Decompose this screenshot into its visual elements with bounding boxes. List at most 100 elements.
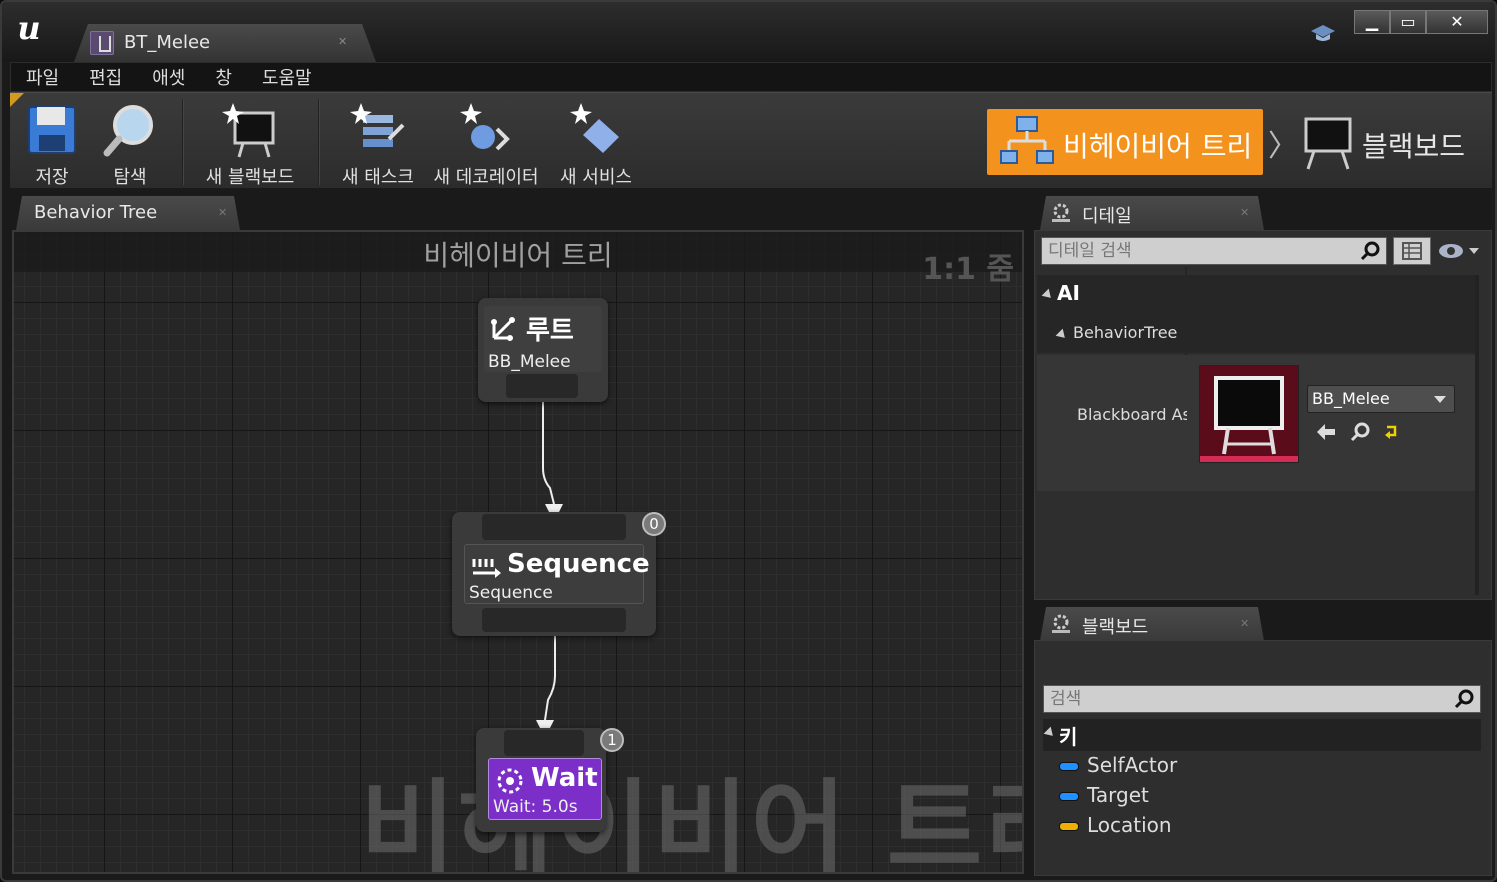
new-service-label: 새 서비스: [560, 167, 632, 188]
category-ai-label: AI: [1057, 281, 1080, 305]
close-tab-icon[interactable]: ✕: [218, 206, 227, 219]
behavior-tree-graph[interactable]: 비헤이비어 트리 1:1 줌 비헤이비어 트리 루트 BB_Melee Sequ…: [12, 230, 1024, 874]
dropdown-arrow-icon: [1434, 396, 1446, 403]
tree-hierarchy-icon: [1000, 116, 1054, 164]
wait-node-title: Wait: [531, 763, 598, 793]
magnifier-icon: [103, 105, 153, 157]
sequence-input-pin[interactable]: [482, 514, 626, 540]
category-behavior-tree[interactable]: BehaviorTree: [1037, 315, 1477, 353]
sequence-icon: [472, 559, 501, 578]
blackboard-thumbnail-icon: [1214, 376, 1284, 455]
toolbar: 저장 탐색 새 블랙보드 새 태스크 새 데코레이터 새 서비스 비헤이비어 트…: [10, 92, 1492, 188]
blackboard-tab[interactable]: 블랙보드 ✕: [1040, 607, 1264, 641]
chevron-right-icon: 〉: [1268, 129, 1298, 164]
close-tab-icon[interactable]: ✕: [1240, 617, 1249, 630]
new-task-icon: [350, 103, 405, 147]
category-behavior-tree-label: BehaviorTree: [1073, 323, 1178, 342]
blackboard-search-input[interactable]: [1050, 687, 1450, 711]
unreal-logo-icon[interactable]: u: [10, 8, 48, 48]
new-decorator-button[interactable]: 새 데코레이터: [432, 99, 540, 188]
root-node-title: 루트: [526, 316, 574, 346]
menu-bar: 파일 편집 애셋 창 도움말: [10, 62, 1492, 92]
root-branch-icon: [491, 317, 515, 341]
root-node-body: 루트 BB_Melee: [484, 306, 602, 372]
root-node-subtitle: BB_Melee: [488, 352, 571, 372]
blackboard-asset-thumbnail[interactable]: [1199, 365, 1299, 463]
blackboard-gear-icon: [1050, 613, 1072, 635]
new-blackboard-button[interactable]: 새 블랙보드: [202, 99, 298, 188]
menu-edit[interactable]: 편집: [74, 64, 137, 90]
new-decorator-icon: [460, 103, 510, 151]
menu-asset[interactable]: 애셋: [137, 64, 200, 90]
wait-node[interactable]: Wait Wait: 5.0s 1: [476, 728, 624, 832]
new-blackboard-label: 새 블랙보드: [205, 167, 295, 188]
title-bar[interactable]: u BT_Melee ✕ ▁ ▭ ✕: [2, 2, 1495, 62]
details-scrollbar[interactable]: [1475, 275, 1479, 595]
sequence-node-body: Sequence Sequence: [464, 544, 650, 604]
key-name: Location: [1087, 813, 1172, 837]
expand-arrow-icon: [1041, 288, 1055, 302]
execution-order-badge: 1: [600, 728, 624, 752]
menu-file[interactable]: 파일: [11, 64, 74, 90]
sequence-node-title: Sequence: [507, 549, 650, 579]
vector-key-icon: [1059, 822, 1079, 831]
toolbar-separator: [182, 99, 184, 185]
root-output-pin[interactable]: [506, 374, 578, 398]
graduation-cap-icon[interactable]: [1310, 24, 1336, 44]
wait-input-pin[interactable]: [504, 730, 584, 756]
new-blackboard-icon: [222, 103, 275, 158]
blackboard-search-box[interactable]: [1043, 685, 1481, 713]
reset-to-default-icon[interactable]: [1381, 421, 1403, 443]
key-name: Target: [1087, 783, 1149, 807]
sequence-output-pin[interactable]: [482, 608, 626, 632]
save-label: 저장: [35, 167, 69, 188]
key-name: SelfActor: [1087, 753, 1178, 777]
asset-type-color-bar: [1200, 456, 1298, 462]
keys-category-label: 키: [1059, 725, 1078, 749]
close-tab-icon[interactable]: ✕: [1240, 206, 1249, 219]
window-controls: ▁ ▭ ✕: [1354, 10, 1488, 34]
sequence-node[interactable]: Sequence Sequence 0: [452, 512, 666, 636]
category-ai[interactable]: AI: [1037, 275, 1477, 315]
blackboard-mode-button[interactable]: 블랙보드: [1300, 109, 1480, 175]
details-tab[interactable]: 디테일 ✕: [1040, 196, 1264, 230]
close-tab-icon[interactable]: ✕: [338, 35, 347, 48]
root-node[interactable]: 루트 BB_Melee: [478, 298, 608, 402]
blackboard-asset-combo[interactable]: BB_Melee: [1307, 385, 1455, 413]
blackboard-key-target[interactable]: Target: [1059, 783, 1259, 811]
new-service-icon: [570, 103, 619, 153]
property-name: Blackboard Ass: [1077, 405, 1187, 424]
maximize-button[interactable]: ▭: [1390, 10, 1426, 34]
keys-category[interactable]: 키: [1043, 719, 1481, 751]
property-matrix-button[interactable]: [1393, 237, 1431, 265]
expand-arrow-icon: [1055, 328, 1069, 342]
menu-window[interactable]: 창: [200, 64, 247, 90]
behavior-tree-asset-icon: [90, 31, 114, 55]
blackboard-key-selfactor[interactable]: SelfActor: [1059, 753, 1259, 781]
behavior-tree-mode-button[interactable]: 비헤이비어 트리: [987, 109, 1263, 175]
details-search-input[interactable]: [1048, 239, 1348, 263]
use-selected-arrow-icon[interactable]: [1315, 421, 1337, 443]
details-search-box[interactable]: [1041, 237, 1387, 265]
close-window-button[interactable]: ✕: [1426, 10, 1488, 34]
browse-button[interactable]: 탐색: [98, 99, 162, 188]
blackboard-key-location[interactable]: Location: [1059, 813, 1259, 841]
toolbar-separator: [318, 99, 320, 185]
grid-list-icon: [1402, 242, 1422, 260]
document-tab[interactable]: BT_Melee ✕: [74, 24, 376, 62]
menu-help[interactable]: 도움말: [247, 64, 327, 90]
new-task-button[interactable]: 새 태스크: [340, 99, 416, 188]
sequence-node-subtitle: Sequence: [469, 583, 553, 603]
minimize-button[interactable]: ▁: [1354, 10, 1390, 34]
wait-node-subtitle: Wait: 5.0s: [493, 797, 578, 817]
expand-arrow-icon: [1043, 726, 1057, 740]
new-service-button[interactable]: 새 서비스: [556, 99, 636, 188]
browse-asset-magnifier-icon[interactable]: [1349, 421, 1371, 443]
blackboard-icon: [1304, 117, 1352, 170]
execution-order-badge: 0: [642, 512, 666, 536]
behavior-tree-graph-tab[interactable]: Behavior Tree ✕: [16, 196, 240, 230]
view-options-eye-icon[interactable]: [1437, 239, 1483, 263]
save-button[interactable]: 저장: [22, 99, 82, 188]
document-tab-label: BT_Melee: [124, 32, 211, 53]
wait-node-body: Wait Wait: 5.0s: [488, 758, 602, 820]
